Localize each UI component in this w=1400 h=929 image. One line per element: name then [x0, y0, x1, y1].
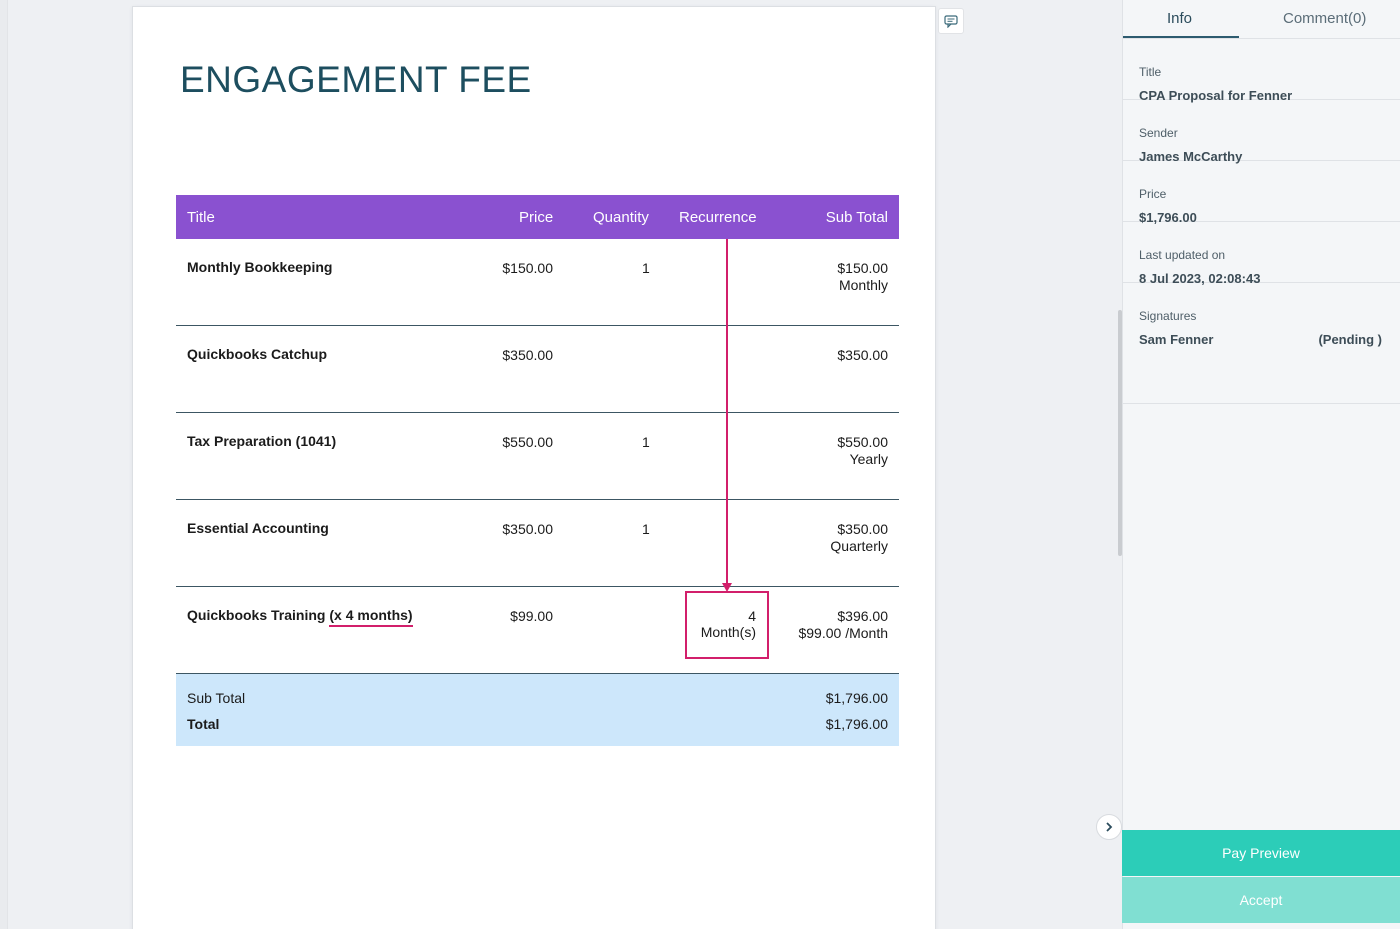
left-edge-strip — [0, 0, 8, 929]
column-header-quantity: Quantity — [593, 209, 649, 226]
row-subtotal: $396.00 $99.00 /Month — [798, 608, 888, 642]
table-header: Title Price Quantity Recurrence Sub Tota… — [176, 195, 899, 239]
table-row: Quickbooks Training (x 4 months) $99.00 … — [176, 587, 899, 674]
table-row: Tax Preparation (1041) $550.00 1 $550.00… — [176, 413, 899, 500]
info-sender: Sender James McCarthy — [1123, 100, 1400, 164]
row-subtotal: $150.00 Monthly — [837, 260, 888, 294]
row-subtotal-value: $150.00 — [837, 260, 888, 276]
row-subtotal-value: $350.00 — [837, 521, 888, 537]
row-subtotal: $350.00 — [837, 347, 888, 364]
totals-section: Sub Total $1,796.00 Total $1,796.00 — [176, 674, 899, 746]
signatures-label: Signatures — [1139, 309, 1197, 323]
tab-info[interactable]: Info — [1167, 10, 1192, 27]
info-sender-label: Sender — [1139, 126, 1178, 140]
pay-preview-button[interactable]: Pay Preview — [1122, 830, 1400, 876]
row-subtotal-value: $396.00 — [837, 608, 888, 624]
recurrence-highlight-box: 4 Month(s) — [685, 591, 769, 659]
row-subtotal-note: $99.00 /Month — [798, 625, 888, 641]
table-row: Essential Accounting $350.00 1 $350.00 Q… — [176, 500, 899, 587]
column-header-price: Price — [519, 209, 554, 226]
annotation-arrow-line — [726, 239, 728, 585]
row-title-highlight: (x 4 months) — [329, 607, 413, 627]
column-header-title: Title — [187, 209, 215, 226]
chevron-right-icon[interactable] — [1096, 814, 1122, 840]
row-subtotal-value: $350.00 — [837, 347, 888, 363]
row-subtotal-note: Monthly — [838, 277, 888, 293]
column-header-subtotal: Sub Total — [825, 209, 888, 226]
row-subtotal-value: $550.00 — [837, 434, 888, 450]
tab-comment[interactable]: Comment(0) — [1283, 10, 1366, 27]
column-header-recurrence: Recurrence — [679, 209, 757, 226]
total-value: $1,796.00 — [825, 716, 888, 732]
proposal-page: ENGAGEMENT FEE Title Price Quantity Recu… — [132, 6, 936, 929]
row-price: $550.00 — [502, 434, 553, 450]
page-title: ENGAGEMENT FEE — [180, 59, 532, 100]
row-subtotal-note: Quarterly — [830, 538, 888, 554]
row-quantity: 1 — [642, 434, 650, 450]
info-updated-label: Last updated on — [1139, 248, 1226, 262]
info-price-label: Price — [1139, 187, 1167, 201]
signer-name: Sam Fenner — [1139, 332, 1214, 347]
row-title-main: Quickbooks Training — [187, 607, 330, 623]
row-quantity: 1 — [642, 521, 650, 537]
table-row: Quickbooks Catchup $350.00 $350.00 — [176, 326, 899, 413]
sidebar-tabs: Info Comment(0) — [1123, 0, 1400, 39]
row-quantity: 1 — [642, 260, 650, 276]
comment-icon[interactable] — [938, 8, 964, 34]
row-title: Essential Accounting — [187, 520, 329, 536]
active-tab-indicator — [1123, 36, 1239, 38]
subtotal-value: $1,796.00 — [825, 690, 888, 706]
recurrence-unit: Month(s) — [700, 624, 756, 640]
info-title-label: Title — [1139, 65, 1162, 79]
row-title: Quickbooks Catchup — [187, 346, 328, 362]
fee-table: Title Price Quantity Recurrence Sub Tota… — [176, 195, 899, 746]
row-price: $99.00 — [510, 608, 553, 624]
info-title: Title CPA Proposal for Fenner — [1123, 39, 1400, 103]
row-price: $350.00 — [502, 521, 553, 537]
info-price: Price $1,796.00 — [1123, 161, 1400, 225]
row-subtotal: $350.00 Quarterly — [830, 521, 888, 555]
subtotal-label: Sub Total — [187, 690, 246, 706]
accept-button[interactable]: Accept — [1122, 877, 1400, 923]
row-subtotal-note: Yearly — [849, 451, 888, 467]
recurrence-count: 4 — [748, 608, 756, 624]
info-sidebar: Info Comment(0) Title CPA Proposal for F… — [1122, 0, 1400, 929]
signer-status: (Pending ) — [1318, 332, 1382, 347]
row-price: $150.00 — [502, 260, 553, 276]
row-title: Quickbooks Training (x 4 months) — [187, 607, 413, 627]
info-last-updated: Last updated on 8 Jul 2023, 02:08:43 — [1123, 222, 1400, 286]
row-title: Monthly Bookkeeping — [187, 259, 333, 275]
total-label: Total — [187, 716, 220, 732]
table-row: Monthly Bookkeeping $150.00 1 $150.00 Mo… — [176, 239, 899, 326]
annotation-arrow-head — [722, 583, 732, 592]
info-signatures: Signatures Sam Fenner (Pending ) — [1123, 283, 1400, 404]
row-price: $350.00 — [502, 347, 553, 363]
row-title: Tax Preparation (1041) — [187, 433, 337, 449]
row-subtotal: $550.00 Yearly — [837, 434, 888, 468]
